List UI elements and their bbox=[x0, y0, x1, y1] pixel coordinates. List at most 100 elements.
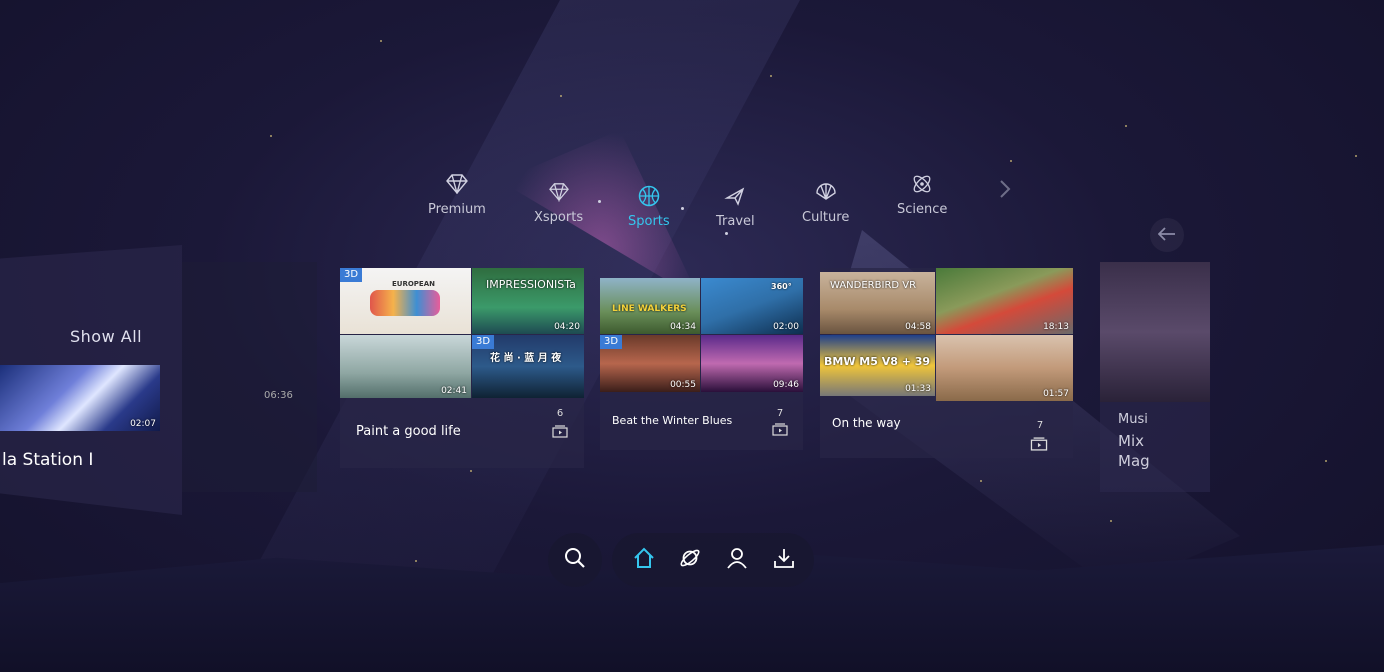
category-label: Xsports bbox=[534, 210, 584, 225]
explore-button[interactable] bbox=[678, 548, 702, 572]
video-icon bbox=[552, 423, 568, 442]
duration-label: 04:20 bbox=[554, 322, 580, 332]
main-nav-bar bbox=[612, 533, 814, 587]
duration-label: 04:34 bbox=[670, 322, 696, 332]
thumbnail[interactable] bbox=[1100, 262, 1210, 402]
show-all-link[interactable]: Show All bbox=[70, 327, 142, 346]
thumbnail[interactable]: IMPRESSIONISTa 04:20 bbox=[472, 268, 584, 334]
video-count: 7 bbox=[776, 408, 784, 419]
duration-label: 02:41 bbox=[441, 386, 467, 396]
category-science[interactable]: Science bbox=[897, 172, 947, 217]
category-label: Sports bbox=[628, 214, 670, 229]
playlist-title: Paint a good life bbox=[356, 424, 461, 439]
category-label: Culture bbox=[802, 210, 850, 225]
duration-label: 00:55 bbox=[670, 380, 696, 390]
star bbox=[980, 480, 982, 482]
home-button[interactable] bbox=[632, 547, 656, 573]
playlist-card[interactable]: WANDERBIRD VR 04:58 18:13 BMW M5 V8 + 39… bbox=[820, 268, 1073, 458]
thumbnail[interactable]: 09:46 bbox=[701, 335, 803, 392]
star bbox=[1010, 160, 1012, 162]
duration-label: 01:57 bbox=[1043, 389, 1069, 399]
search-icon bbox=[564, 547, 586, 573]
thumbnail[interactable]: 02:41 bbox=[340, 335, 471, 398]
download-icon bbox=[773, 547, 795, 573]
playlist-card[interactable]: LINE WALKERS 04:34 360° 02:00 3D 00:55 0… bbox=[600, 278, 803, 450]
playlist-title: On the way bbox=[832, 416, 901, 430]
thumbnail[interactable]: LINE WALKERS 04:34 bbox=[600, 278, 700, 334]
panel-text: Mag bbox=[1118, 452, 1150, 470]
star bbox=[270, 135, 272, 137]
star bbox=[470, 470, 472, 472]
3d-badge: 3D bbox=[600, 335, 623, 349]
category-premium[interactable]: Premium bbox=[428, 172, 486, 217]
video-icon bbox=[772, 421, 788, 440]
atom-icon bbox=[910, 172, 934, 196]
home-icon bbox=[633, 547, 655, 573]
category-xsports[interactable]: Xsports bbox=[534, 180, 583, 225]
panel-text: Musi bbox=[1118, 412, 1148, 427]
thumbnail[interactable]: 3D 花 尚 · 蓝 月 夜 bbox=[472, 335, 584, 398]
duration-label: 09:46 bbox=[773, 380, 799, 390]
thumbnail[interactable]: 3D EUROPEAN bbox=[340, 268, 471, 334]
video-count: 7 bbox=[1036, 420, 1044, 431]
thumbnail-text: LINE WALKERS bbox=[612, 304, 687, 314]
separator-dot bbox=[681, 207, 684, 210]
star bbox=[415, 560, 417, 562]
thumbnail[interactable]: 18:13 bbox=[936, 268, 1073, 334]
back-button[interactable] bbox=[1150, 218, 1184, 252]
star bbox=[1125, 125, 1127, 127]
thumbnail-text: IMPRESSIONISTa bbox=[486, 278, 576, 291]
diamond-icon bbox=[547, 180, 571, 204]
category-label: Premium bbox=[428, 202, 486, 217]
duration-label: 06:36 bbox=[264, 390, 293, 401]
download-button[interactable] bbox=[772, 548, 796, 572]
separator-dot bbox=[598, 200, 601, 203]
fan-icon bbox=[814, 180, 838, 204]
basketball-icon bbox=[637, 184, 661, 208]
thumbnail[interactable]: 3D 00:55 bbox=[600, 335, 700, 392]
star bbox=[770, 75, 772, 77]
duration-label: 04:58 bbox=[905, 322, 931, 332]
airplane-icon bbox=[723, 184, 747, 208]
thumbnail-text: 花 尚 · 蓝 月 夜 bbox=[490, 353, 562, 364]
thumbnail-text: BMW M5 V8 + 39 bbox=[824, 355, 931, 368]
side-panel-right[interactable]: Musi Mix Mag bbox=[1100, 262, 1210, 492]
duration-label: 18:13 bbox=[1043, 322, 1069, 332]
diamond-icon bbox=[445, 172, 469, 196]
category-label: Travel bbox=[716, 214, 755, 229]
duration-label: 02:07 bbox=[130, 419, 156, 429]
video-icon bbox=[1030, 436, 1048, 455]
thumbnail[interactable]: WANDERBIRD VR 04:58 bbox=[820, 272, 935, 334]
duration-label: 02:00 bbox=[773, 322, 799, 332]
thumbnail-text: EUROPEAN bbox=[392, 280, 435, 288]
search-button[interactable] bbox=[548, 533, 602, 587]
thumbnail[interactable]: BMW M5 V8 + 39 01:33 bbox=[820, 335, 935, 396]
separator-dot bbox=[725, 232, 728, 235]
thumbnail[interactable]: 360° 02:00 bbox=[701, 278, 803, 334]
star bbox=[1325, 460, 1327, 462]
video-count: 6 bbox=[556, 408, 564, 419]
playlist-card[interactable]: 3D EUROPEAN IMPRESSIONISTa 04:20 02:41 3… bbox=[340, 268, 584, 468]
3d-badge: 3D bbox=[472, 335, 495, 349]
3d-badge: 3D bbox=[340, 268, 363, 282]
category-travel[interactable]: Travel bbox=[716, 184, 755, 229]
thumbnail[interactable]: 02:07 bbox=[0, 365, 160, 431]
star bbox=[1110, 520, 1112, 522]
category-culture[interactable]: Culture bbox=[802, 180, 849, 225]
user-icon bbox=[726, 547, 748, 573]
playlist-title: la Station I bbox=[2, 450, 94, 470]
chevron-right-icon[interactable] bbox=[996, 178, 1014, 204]
duration-label: 01:33 bbox=[905, 384, 931, 394]
side-panel-left-secondary[interactable]: 06:36 bbox=[182, 262, 317, 492]
star bbox=[1355, 155, 1357, 157]
panel-text: Mix bbox=[1118, 432, 1144, 450]
planet-icon bbox=[679, 547, 701, 573]
star bbox=[560, 95, 562, 97]
category-sports[interactable]: Sports bbox=[628, 184, 670, 229]
thumbnail[interactable]: 01:57 bbox=[936, 335, 1073, 401]
profile-button[interactable] bbox=[725, 548, 749, 572]
side-panel-left[interactable]: Show All 02:07 la Station I bbox=[0, 245, 182, 515]
category-label: Science bbox=[897, 202, 948, 217]
arrow-left-icon bbox=[1157, 226, 1176, 245]
star bbox=[380, 40, 382, 42]
